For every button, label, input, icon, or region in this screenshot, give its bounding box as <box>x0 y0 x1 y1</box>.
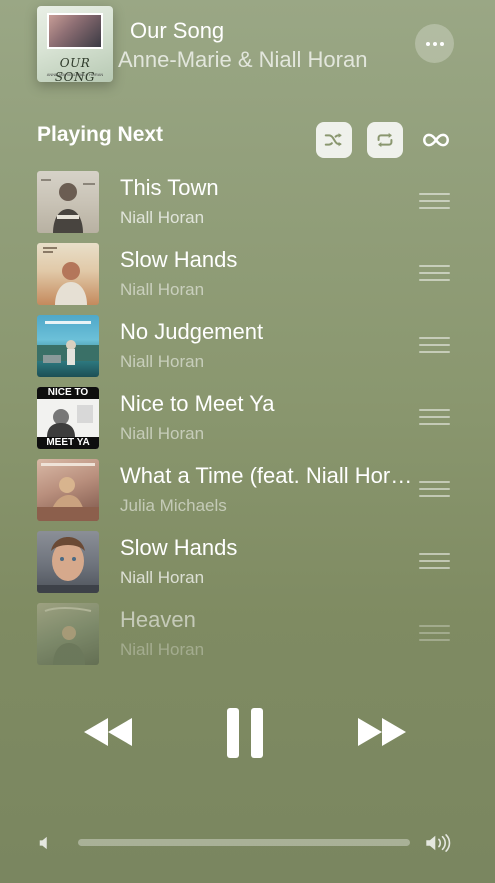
pause-button[interactable] <box>224 706 266 760</box>
infinity-icon <box>423 133 449 147</box>
album-photo <box>47 13 103 49</box>
track-title: Slow Hands <box>120 247 238 272</box>
track-artist: Niall Horan <box>120 568 205 587</box>
queue-row[interactable]: Heaven Niall Horan <box>0 600 495 672</box>
album-art-our-song[interactable]: OUR SONG ANNE-MARIE & NIALL HORAN <box>37 6 113 82</box>
now-playing-artist[interactable]: Anne-Marie & Niall Horan <box>118 47 378 73</box>
volume-slider[interactable] <box>78 839 410 846</box>
album-art-no-judgement <box>37 315 99 377</box>
album-art-this-town <box>37 171 99 233</box>
more-options-button[interactable] <box>415 24 454 63</box>
volume-control <box>0 825 495 861</box>
album-art-subtitle: ANNE-MARIE & NIALL HORAN <box>46 72 104 77</box>
track-artist: Niall Horan <box>120 208 205 227</box>
fast-forward-icon <box>358 718 406 746</box>
repeat-button[interactable] <box>367 122 403 158</box>
volume-low-icon <box>39 836 47 850</box>
track-artist: Niall Horan <box>120 640 205 659</box>
autoplay-button[interactable] <box>420 124 452 156</box>
playing-next-heading: Playing Next <box>37 123 164 146</box>
reorder-handle-icon[interactable] <box>419 193 450 209</box>
queue-row[interactable]: No Judgement Niall Horan <box>0 312 495 384</box>
queue-row[interactable]: Slow Hands Niall Horan <box>0 528 495 600</box>
track-artist: Niall Horan <box>120 352 205 371</box>
album-art-title: OUR SONG <box>54 56 96 82</box>
rewind-icon <box>84 718 132 746</box>
track-title: Slow Hands <box>120 535 238 560</box>
track-title: Heaven <box>120 607 196 632</box>
volume-high-icon <box>426 834 451 852</box>
album-art-what-a-time <box>37 459 99 521</box>
now-playing-title: Our Song <box>130 18 225 43</box>
reorder-handle-icon[interactable] <box>419 337 450 353</box>
queue-row[interactable]: What a Time (feat. Niall Horan) Julia Mi… <box>0 456 495 528</box>
reorder-handle-icon[interactable] <box>419 481 450 497</box>
album-art-slow-hands <box>37 243 99 305</box>
album-art-slow-hands-2 <box>37 531 99 593</box>
repeat-icon <box>377 132 393 148</box>
queue-row[interactable]: This Town Niall Horan <box>0 168 495 240</box>
shuffle-button[interactable] <box>316 122 352 158</box>
reorder-handle-icon[interactable] <box>419 553 450 569</box>
track-artist: Niall Horan <box>120 424 205 443</box>
album-art-heaven <box>37 603 99 665</box>
queue-row[interactable]: NICE TO MEET YA Nice to Meet Ya Niall Ho… <box>0 384 495 456</box>
album-art-nice-to-meet-ya: NICE TO MEET YA <box>37 387 99 449</box>
shuffle-icon <box>324 133 342 147</box>
track-artist: Niall Horan <box>120 280 205 299</box>
rewind-button[interactable] <box>80 712 136 752</box>
now-playing-header: OUR SONG ANNE-MARIE & NIALL HORAN Our So… <box>0 0 495 90</box>
track-title: Nice to Meet Ya <box>120 391 275 416</box>
track-title: No Judgement <box>120 319 264 344</box>
reorder-handle-icon[interactable] <box>419 409 450 425</box>
reorder-handle-icon[interactable] <box>419 625 450 641</box>
reorder-handle-icon[interactable] <box>419 265 450 281</box>
album-art-bottom-text: MEET YA <box>37 437 99 449</box>
playback-controls <box>0 700 495 770</box>
ellipsis-icon <box>432 41 437 46</box>
track-title: What a Time (feat. Niall Horan) <box>120 463 415 488</box>
track-title: This Town <box>120 175 219 200</box>
ellipsis-icon <box>425 41 430 46</box>
queue-row[interactable]: Slow Hands Niall Horan <box>0 240 495 312</box>
pause-icon <box>227 708 263 758</box>
fast-forward-button[interactable] <box>354 712 410 752</box>
track-artist: Julia Michaels <box>120 496 227 515</box>
ellipsis-icon <box>439 41 444 46</box>
